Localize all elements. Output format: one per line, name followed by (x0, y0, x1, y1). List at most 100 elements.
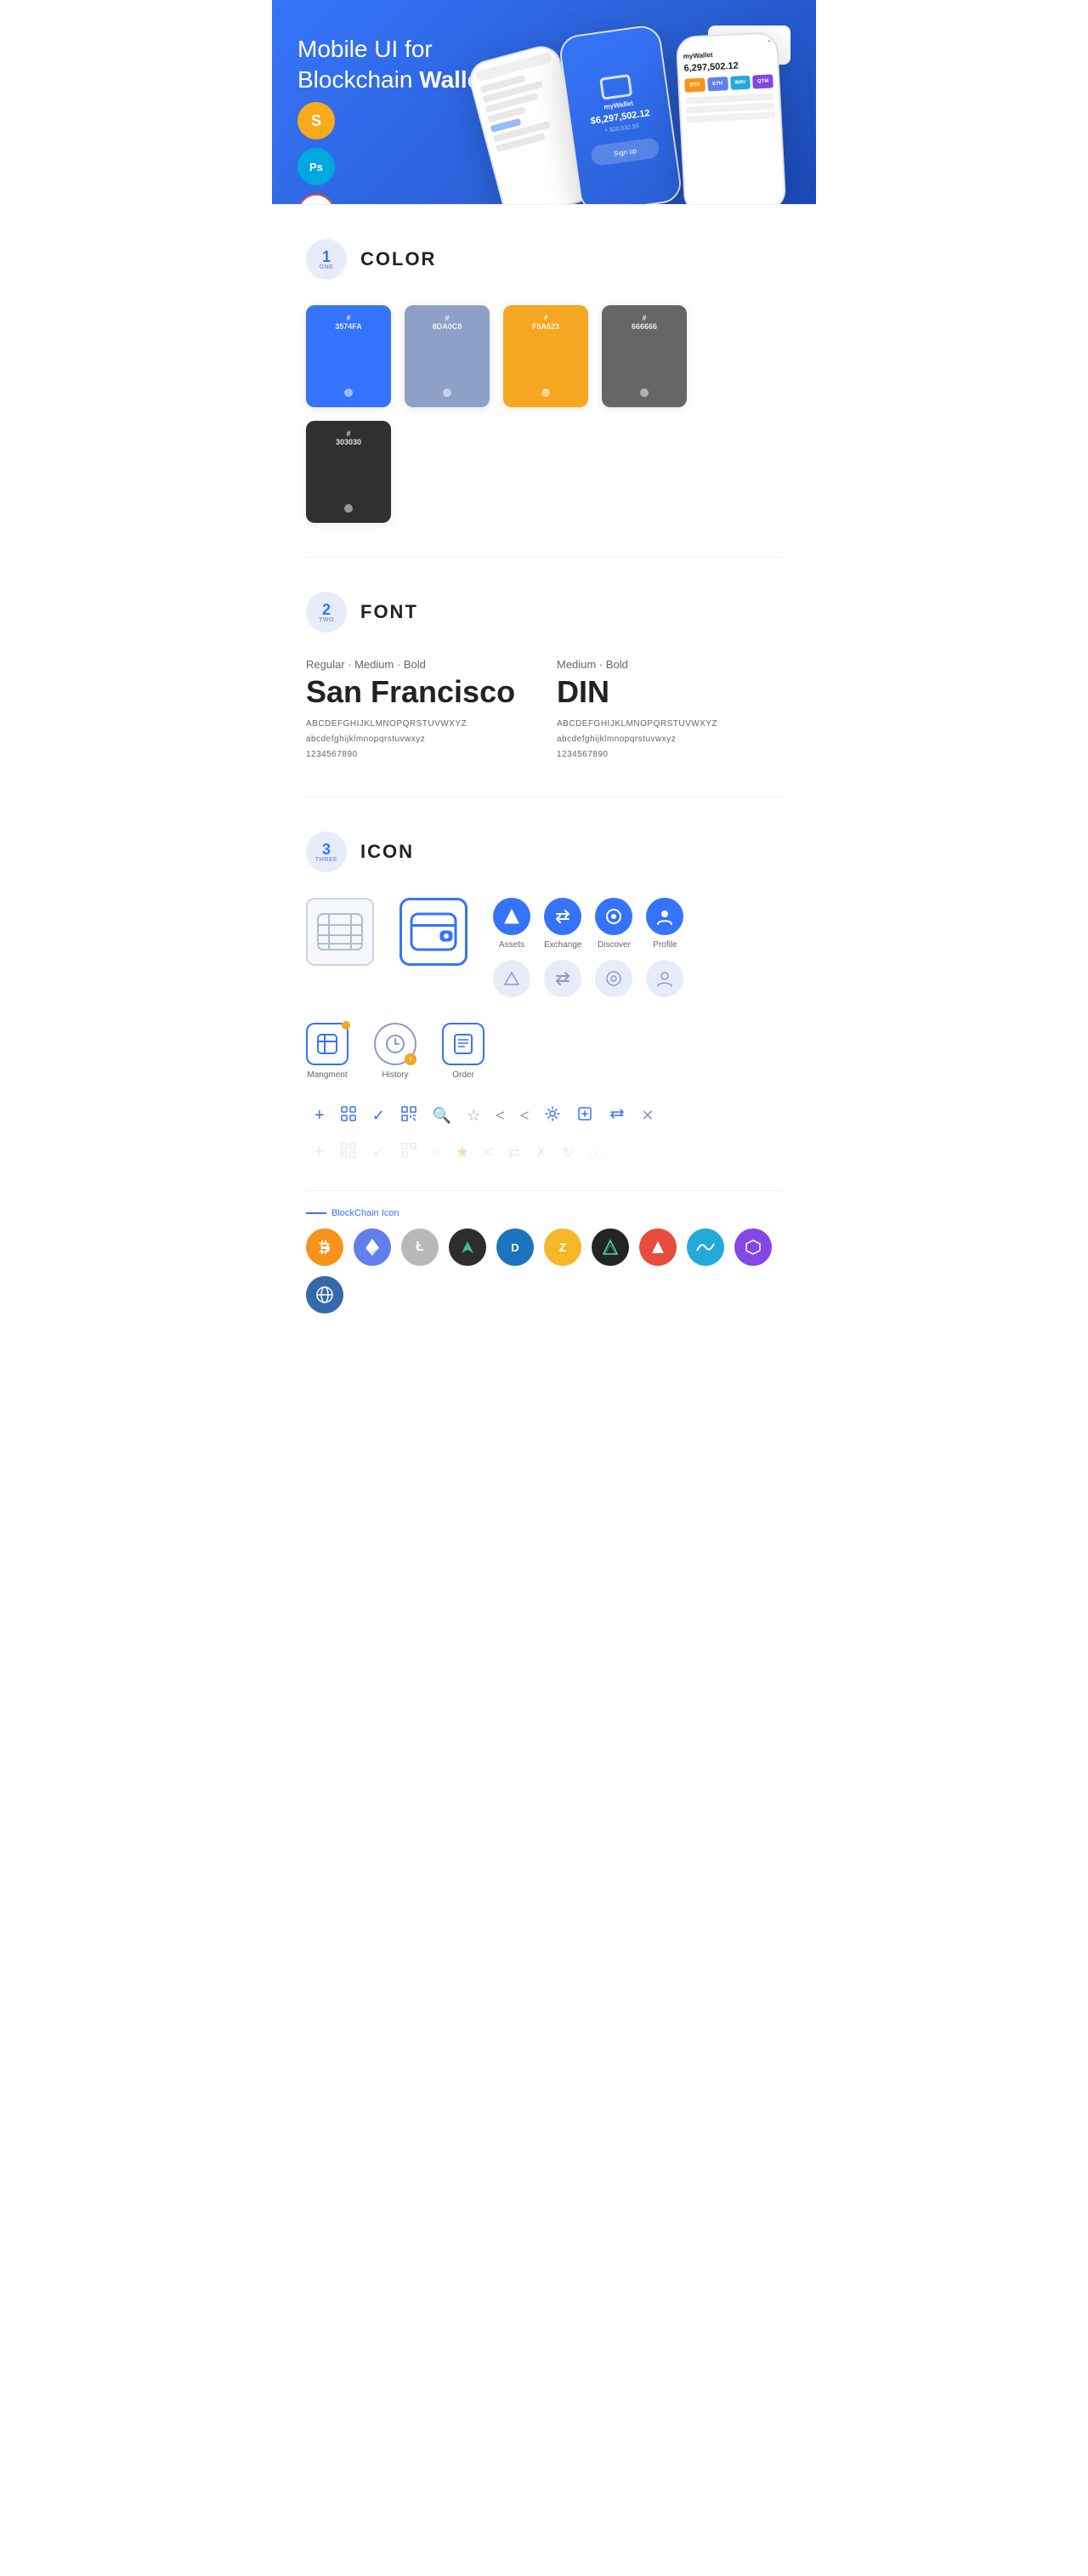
grid-outline-icon (340, 1142, 357, 1163)
blockchain-label-text: BlockChain Icon (332, 1208, 400, 1218)
icon-section: 3 THREE ICON (272, 797, 816, 1348)
hero-section: Mobile UI for Blockchain Wallet UI Kit S… (272, 0, 816, 204)
color-swatch-gray: #666666 (602, 305, 687, 407)
close-icon: ✕ (641, 1107, 654, 1125)
number-3: 3 (322, 842, 331, 857)
profile-icon (646, 898, 683, 935)
small-icons-group: + ✓ 🔍 ☆ < < (314, 1105, 654, 1170)
info-outline-icon: ⓘ (589, 1143, 603, 1163)
xrp-icon (306, 1276, 343, 1314)
nav-icons-outline-row (493, 960, 683, 997)
sf-style-label: Regular · Medium · Bold (306, 658, 531, 671)
color-swatch-grayblue: #8DA0C8 (405, 305, 490, 407)
order-icon (442, 1023, 484, 1065)
number-circle-3: 3 THREE (306, 831, 347, 872)
icon-section-title: ICON (360, 841, 414, 863)
iota-icon (592, 1228, 629, 1266)
rotate-icon: ↻ (562, 1144, 573, 1161)
arrows-outline-icon: ⇄ (508, 1144, 519, 1161)
upload-icon (576, 1105, 593, 1126)
history-icon: ! (374, 1023, 416, 1065)
color-section: 1 ONE COLOR #3574FA #8DA0C8 #F5A623 #666… (272, 205, 816, 557)
sf-uppercase: ABCDEFGHIJKLMNOPQRSTUVWXYZ (306, 717, 531, 732)
qr-icon (400, 1105, 417, 1126)
profile-label: Profile (653, 940, 677, 950)
hero-title-regular: Mobile UI for Blockchain (298, 36, 433, 93)
sf-lowercase: abcdefghijklmnopqrstuvwxyz (306, 732, 531, 747)
color-swatches: #3574FA #8DA0C8 #F5A623 #666666 #303030 (306, 305, 782, 523)
profile-outline-icon (646, 960, 683, 997)
blockchain-section: BlockChain Icon Ł D Z (306, 1190, 782, 1314)
number-label-1: ONE (320, 264, 334, 270)
btc-icon (306, 1228, 343, 1266)
star-icon: ☆ (467, 1107, 480, 1125)
profile-icon-item: Profile (646, 898, 683, 950)
number-label-2: TWO (319, 617, 334, 623)
assets-icon (493, 898, 530, 935)
plus-outline-icon: + (314, 1143, 325, 1162)
small-icons-row-1: + ✓ 🔍 ☆ < < (314, 1105, 654, 1126)
dash-icon: D (496, 1228, 534, 1266)
plus-icon: + (314, 1106, 325, 1126)
font-section-title: FONT (360, 601, 418, 623)
hero-badges: S Ps 60+Screens (298, 102, 335, 204)
zec-icon: Z (544, 1228, 581, 1266)
management-label: Mangment (307, 1070, 347, 1080)
photoshop-badge: Ps (298, 148, 335, 185)
qr-outline-icon (400, 1142, 417, 1163)
check-icon: ✓ (372, 1107, 385, 1125)
chevron-left-icon: < (496, 1107, 505, 1125)
section-number-2: 2 TWO FONT (306, 592, 782, 633)
management-icon (306, 1023, 348, 1065)
number-circle-1: 1 ONE (306, 239, 347, 280)
order-icon-item: Order (442, 1023, 484, 1080)
history-label: History (382, 1070, 408, 1080)
number-1: 1 (322, 249, 331, 264)
small-icons-row-2: + ✓ ⌕ ★ < ⇄ ✗ ↻ ⓘ (314, 1142, 654, 1163)
exchange-icon (544, 898, 581, 935)
search-outline-icon: ⌕ (433, 1145, 440, 1160)
screens-badge: 60+Screens (298, 194, 335, 204)
nav-icons-group: Assets Exchange (493, 898, 683, 997)
sketch-badge: S (298, 102, 335, 139)
din-name: DIN (557, 674, 782, 710)
phone-mockups: myWallet $6,297,502.12 + $20,532.55 Sign… (468, 34, 816, 204)
color-section-title: COLOR (360, 248, 436, 270)
nav-icons-filled-row: Assets Exchange (493, 898, 683, 950)
share-icon: < (520, 1107, 530, 1125)
assets-icon-item: Assets (493, 898, 530, 950)
settings-icon (544, 1105, 561, 1126)
sf-name: San Francisco (306, 674, 531, 710)
assets-outline-icon (493, 960, 530, 997)
color-swatch-orange: #F5A623 (503, 305, 588, 407)
din-style-label: Medium · Bold (557, 658, 782, 671)
eth-icon (354, 1228, 391, 1266)
discover-label: Discover (598, 940, 631, 950)
ark-icon (639, 1228, 677, 1266)
exchange-icon-item: Exchange (544, 898, 581, 950)
wallet-grid-outline-icon (306, 898, 374, 966)
chevron-left-outline-icon: < (484, 1143, 494, 1161)
cross-outline-icon: ✗ (536, 1144, 547, 1161)
color-swatch-blue: #3574FA (306, 305, 391, 407)
font-grid: Regular · Medium · Bold San Francisco AB… (306, 658, 782, 763)
wing-icon (449, 1228, 486, 1266)
discover-outline-icon (595, 960, 632, 997)
blockchain-line (306, 1212, 326, 1214)
assets-label: Assets (499, 940, 524, 950)
grid-icon (340, 1105, 357, 1126)
star-filled-icon: ★ (456, 1143, 469, 1161)
font-din: Medium · Bold DIN ABCDEFGHIJKLMNOPQRSTUV… (557, 658, 782, 763)
font-sf: Regular · Medium · Bold San Francisco AB… (306, 658, 531, 763)
din-numbers: 1234567890 (557, 747, 782, 763)
icon-large-row: Assets Exchange (306, 898, 782, 997)
order-label: Order (452, 1070, 474, 1080)
sf-numbers: 1234567890 (306, 747, 531, 763)
exchange-outline-icon (544, 960, 581, 997)
discover-icon-item: Discover (595, 898, 632, 950)
wallet-solid-icon (400, 898, 468, 966)
exchange-label: Exchange (544, 940, 581, 950)
number-2: 2 (322, 602, 331, 617)
waves-icon (687, 1228, 724, 1266)
phone-mockup-3: + myWallet 6,297,502.12 BTC ETH WAV QTM (676, 31, 787, 204)
